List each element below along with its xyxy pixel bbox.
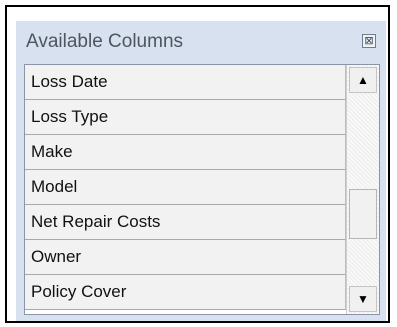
list-item[interactable]: Loss Date [25, 65, 346, 100]
list-item[interactable]: Make [25, 135, 346, 170]
list-item[interactable]: Owner [25, 240, 346, 275]
list-item[interactable]: Model [25, 170, 346, 205]
scroll-down-arrow-icon[interactable]: ▼ [349, 286, 377, 312]
close-icon[interactable]: ⊠ [362, 34, 376, 48]
columns-list: Loss Date Loss Type Make Model Net Repai… [24, 64, 380, 315]
available-columns-panel: Available Columns ⊠ Loss Date Loss Type … [16, 21, 386, 321]
scrollbar-thumb[interactable] [349, 189, 377, 239]
list-item[interactable]: Loss Type [25, 100, 346, 135]
outer-frame: Available Columns ⊠ Loss Date Loss Type … [5, 5, 390, 323]
scroll-up-arrow-icon[interactable]: ▲ [349, 67, 377, 93]
list-item[interactable]: Net Repair Costs [25, 205, 346, 240]
list-items: Loss Date Loss Type Make Model Net Repai… [25, 65, 346, 314]
list-item[interactable]: Policy Cover [25, 275, 346, 310]
panel-title: Available Columns [26, 31, 184, 52]
vertical-scrollbar[interactable]: ▲ ▼ [346, 65, 379, 314]
